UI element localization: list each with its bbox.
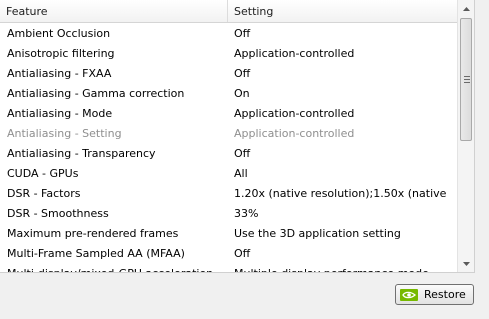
setting-cell[interactable]: Application-controlled bbox=[234, 104, 450, 124]
scrollbar-grip bbox=[464, 76, 470, 83]
table-row[interactable]: Maximum pre-rendered frames Use the 3D ap… bbox=[0, 224, 457, 244]
scrollbar-thumb[interactable] bbox=[460, 18, 472, 141]
feature-cell: Antialiasing - Mode bbox=[7, 107, 113, 120]
setting-cell[interactable]: All bbox=[234, 164, 450, 184]
feature-cell: CUDA - GPUs bbox=[7, 167, 79, 180]
table-row[interactable]: Multi-display/mixed-GPU acceleration Mult… bbox=[0, 264, 457, 272]
table-row[interactable]: CUDA - GPUs All bbox=[0, 164, 457, 184]
scroll-down-button[interactable] bbox=[458, 255, 474, 272]
feature-cell: Antialiasing - FXAA bbox=[7, 67, 112, 80]
setting-cell[interactable]: 1.20x (native resolution);1.50x (native … bbox=[234, 184, 450, 204]
feature-cell: Antialiasing - Gamma correction bbox=[7, 87, 185, 100]
restore-button[interactable]: Restore bbox=[395, 284, 474, 305]
grid-header: Feature Setting bbox=[0, 0, 457, 23]
feature-cell: Multi-Frame Sampled AA (MFAA) bbox=[7, 247, 185, 260]
setting-cell[interactable]: Application-controlled bbox=[234, 124, 450, 144]
table-row[interactable]: DSR - Smoothness 33% bbox=[0, 204, 457, 224]
vertical-scrollbar[interactable] bbox=[457, 0, 474, 272]
feature-cell: Antialiasing - Setting bbox=[7, 127, 122, 140]
feature-cell: Ambient Occlusion bbox=[7, 27, 111, 40]
table-row[interactable]: Anisotropic filtering Application-control… bbox=[0, 44, 457, 64]
table-row[interactable]: Antialiasing - Gamma correction On bbox=[0, 84, 457, 104]
column-header-setting[interactable]: Setting bbox=[228, 0, 457, 22]
table-row[interactable]: Antialiasing - Setting Application-contro… bbox=[0, 124, 457, 144]
restore-button-label: Restore bbox=[424, 288, 466, 301]
feature-cell: Antialiasing - Transparency bbox=[7, 147, 156, 160]
setting-cell[interactable]: Off bbox=[234, 244, 450, 264]
table-row[interactable]: Ambient Occlusion Off bbox=[0, 24, 457, 44]
setting-cell[interactable]: Off bbox=[234, 144, 450, 164]
feature-cell: DSR - Factors bbox=[7, 187, 81, 200]
setting-cell[interactable]: 33% bbox=[234, 204, 450, 224]
feature-cell: Maximum pre-rendered frames bbox=[7, 227, 179, 240]
scroll-up-button[interactable] bbox=[458, 0, 474, 17]
column-header-feature[interactable]: Feature bbox=[0, 0, 228, 22]
settings-grid: Feature Setting Ambient Occlusion Off Anis… bbox=[0, 0, 475, 273]
feature-cell: DSR - Smoothness bbox=[7, 207, 109, 220]
table-row[interactable]: Multi-Frame Sampled AA (MFAA) Off bbox=[0, 244, 457, 264]
table-row[interactable]: DSR - Factors 1.20x (native resolution);1… bbox=[0, 184, 457, 204]
setting-cell[interactable]: On bbox=[234, 84, 450, 104]
setting-cell[interactable]: Off bbox=[234, 24, 450, 44]
table-row[interactable]: Antialiasing - Transparency Off bbox=[0, 144, 457, 164]
settings-rows: Ambient Occlusion Off Anisotropic filterin… bbox=[0, 24, 457, 272]
setting-cell[interactable]: Off bbox=[234, 64, 450, 84]
feature-cell: Multi-display/mixed-GPU acceleration bbox=[7, 264, 225, 272]
setting-cell[interactable]: Use the 3D application setting bbox=[234, 224, 450, 244]
setting-cell[interactable]: Application-controlled bbox=[234, 44, 450, 64]
nvidia-logo-icon bbox=[400, 288, 418, 301]
scroll-up-arrow-icon bbox=[462, 6, 470, 11]
table-row[interactable]: Antialiasing - FXAA Off bbox=[0, 64, 457, 84]
feature-cell: Anisotropic filtering bbox=[7, 47, 115, 60]
scroll-down-arrow-icon bbox=[462, 261, 470, 266]
setting-cell[interactable]: Multiple display performance mode bbox=[234, 264, 450, 272]
table-row[interactable]: Antialiasing - Mode Application-controlle… bbox=[0, 104, 457, 124]
